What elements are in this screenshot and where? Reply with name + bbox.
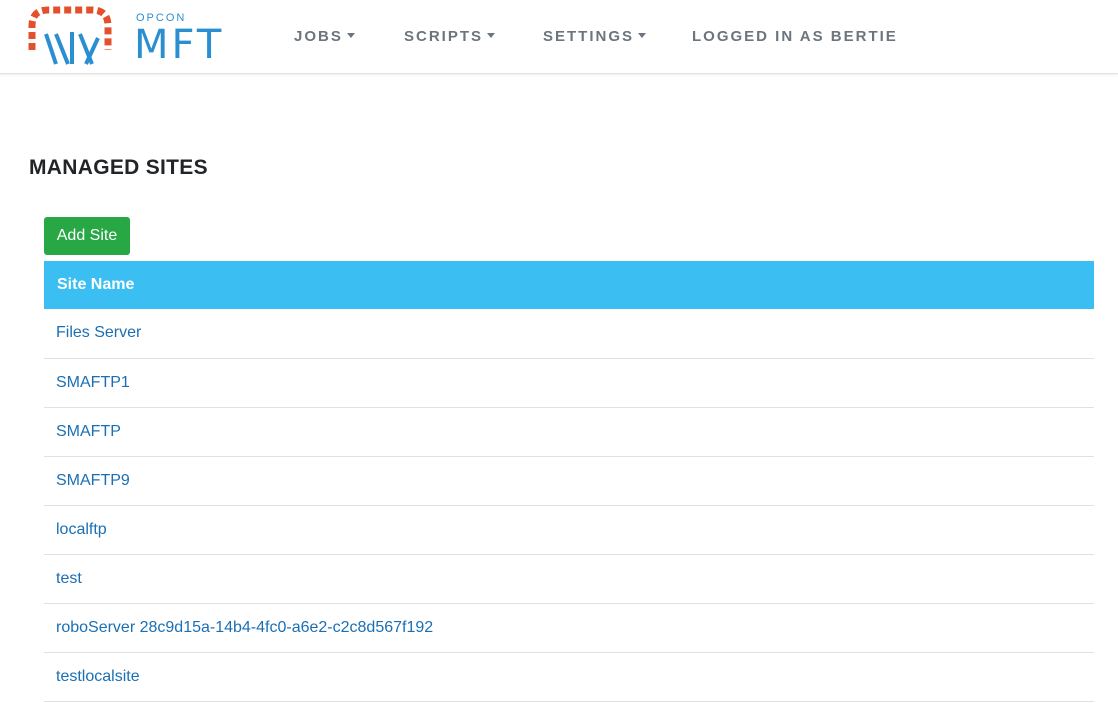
site-link[interactable]: Files Server [56, 324, 141, 341]
table-row: test [44, 554, 1094, 604]
table-row: SMAFTP9 [44, 456, 1094, 506]
table-row: localftp [44, 505, 1094, 555]
managed-sites-table: Site Name Files Server SMAFTP1 SMAFTP SM… [44, 261, 1094, 702]
top-navbar: OPCON MFT JOBS SCRIPTS SETTINGS LOGGED I… [0, 0, 1118, 74]
opcon-mft-logo-icon [28, 6, 112, 65]
site-link[interactable]: roboServer 28c9d15a-14b4-4fc0-a6e2-c2c8d… [56, 619, 433, 636]
table-cell: test [44, 554, 1094, 604]
table-row: roboServer 28c9d15a-14b4-4fc0-a6e2-c2c8d… [44, 603, 1094, 653]
brand-big-text: MFT [134, 22, 225, 68]
table-row: testlocalsite [44, 652, 1094, 702]
page-title: MANAGED SITES [29, 156, 208, 179]
nav-jobs-dropdown[interactable]: JOBS [294, 28, 355, 45]
nav-settings-dropdown[interactable]: SETTINGS [543, 28, 647, 45]
caret-down-icon [346, 33, 355, 38]
table-cell: SMAFTP [44, 407, 1094, 457]
nav-scripts-dropdown[interactable]: SCRIPTS [404, 28, 496, 45]
site-link[interactable]: test [56, 570, 82, 587]
site-link[interactable]: SMAFTP9 [56, 472, 130, 489]
table-cell: Files Server [44, 309, 1094, 359]
caret-down-icon [638, 33, 647, 38]
site-link[interactable]: testlocalsite [56, 668, 140, 685]
brand-logo[interactable]: OPCON MFT [28, 4, 248, 68]
table-cell: SMAFTP1 [44, 358, 1094, 408]
table-row: SMAFTP1 [44, 358, 1094, 408]
logged-in-user-label: LOGGED IN AS BERTIE [692, 28, 898, 45]
site-link[interactable]: localftp [56, 521, 107, 538]
table-row: Files Server [44, 309, 1094, 359]
table-header-row: Site Name [44, 261, 1094, 309]
table-cell: testlocalsite [44, 652, 1094, 702]
caret-down-icon [487, 33, 496, 38]
site-link[interactable]: SMAFTP1 [56, 374, 130, 391]
table-row: SMAFTP [44, 407, 1094, 457]
nav-jobs-label: JOBS [294, 28, 343, 45]
table-cell: localftp [44, 505, 1094, 555]
add-site-button[interactable]: Add Site [44, 217, 130, 255]
table-cell: roboServer 28c9d15a-14b4-4fc0-a6e2-c2c8d… [44, 603, 1094, 653]
nav-settings-label: SETTINGS [543, 28, 635, 45]
nav-scripts-label: SCRIPTS [404, 28, 484, 45]
table-cell: SMAFTP9 [44, 456, 1094, 506]
site-link[interactable]: SMAFTP [56, 423, 121, 440]
site-name-column-header[interactable]: Site Name [44, 261, 1094, 309]
